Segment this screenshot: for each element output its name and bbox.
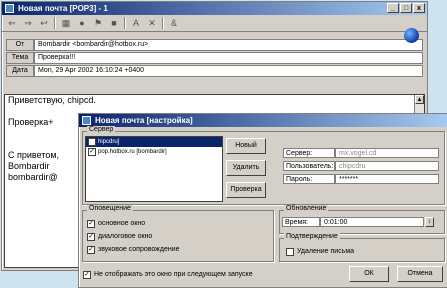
main-toolbar: ⇐ ⇒ ↩ ▦ ● ⚑ ■ A ✕ & [2,15,427,32]
account-name: hipcdru] [98,139,120,145]
checkbox[interactable] [286,247,294,256]
account-item[interactable]: ✓ hipcdru] [86,137,222,147]
checkbox[interactable]: ✓ [87,245,95,254]
scroll-up-icon[interactable]: ▲ [415,95,424,104]
user-label: Пользователь: [283,161,335,171]
new-button[interactable]: Новый [226,138,266,154]
subject-row: Тема Проверка!!! [6,52,423,64]
dont-show-again[interactable]: ✓ Не отображать это окно при следующем з… [83,269,253,280]
user-input[interactable]: chipcdru [335,161,439,171]
from-row: От Bombardir <bombardir@hotbox.ru> [6,39,423,51]
toolbar-separator [54,17,56,29]
password-field: Пароль: ******* [283,174,439,184]
notify-group-label: Оповещение [87,205,133,212]
dialog-title: Новая почта [настройка] [95,116,193,125]
settings-dialog: Новая почта [настройка] Сервер ✓ hipcdru… [78,113,447,288]
cancel-button[interactable]: Отмена [397,266,443,282]
server-group: Сервер ✓ hipcdru] ✓ pop.hotbox.ru [bomba… [82,126,445,205]
account-checkbox[interactable]: ✓ [88,148,96,156]
notify-sound[interactable]: ✓ звуковое сопровождение [87,244,180,255]
flag-icon[interactable]: ⚑ [92,18,104,29]
main-titlebar[interactable]: Новая почта [POP3] - 1 _ □ x [2,2,427,15]
checkbox[interactable]: ✓ [87,232,95,241]
date-value: Mon, 29 Apr 2002 16:10:24 +0400 [34,65,423,77]
account-name: pop.hotbox.ru [bombardir] [98,149,167,155]
back-icon[interactable]: ⇐ [6,18,18,29]
checkbox-label: основное окно [98,220,146,227]
delete-icon[interactable]: ● [76,18,88,29]
password-label: Пароль: [283,174,335,184]
user-field: Пользователь: chipcdru [283,161,439,171]
time-label: Время: [282,217,320,227]
time-input[interactable]: 0:01:00 [320,217,424,227]
server-input[interactable]: mx.vogel.cd [335,148,439,158]
about-icon[interactable]: & [168,18,180,29]
delete-button[interactable]: Удалить [226,160,266,176]
password-input[interactable]: ******* [335,174,439,184]
reply-icon[interactable]: ↩ [38,18,50,29]
from-value: Bombardir <bombardir@hotbox.ru> [34,39,423,51]
account-list[interactable]: ✓ hipcdru] ✓ pop.hotbox.ru [bombardir] [85,136,223,202]
server-label: Сервер: [283,148,335,158]
checkbox[interactable]: ✓ [87,219,95,228]
subject-value: Проверка!!! [34,52,423,64]
checkbox[interactable]: ✓ [83,270,91,279]
account-item[interactable]: ✓ pop.hotbox.ru [bombardir] [86,147,222,157]
font-icon[interactable]: ■ [108,18,120,29]
toolbar-separator [124,17,126,29]
checkbox-label: звуковое сопровождение [98,246,180,253]
checkbox-label: диалоговое окно [98,233,153,240]
globe-icon [404,28,419,43]
account-checkbox[interactable]: ✓ [88,138,96,146]
update-group-label: Обновление [284,205,329,212]
confirm-group: Подтверждение Удаление письма [279,233,445,262]
time-field: Время: 0:01:00 ↕ [282,217,434,227]
close-button[interactable]: x [413,3,425,13]
maximize-button[interactable]: □ [400,3,412,13]
close-icon[interactable]: ✕ [146,18,158,29]
date-row: Дата Mon, 29 Apr 2002 16:10:24 +0400 [6,65,423,77]
from-label: От [6,39,34,51]
toolbar-separator [162,17,164,29]
time-spin-icon[interactable]: ↕ [425,217,434,227]
server-field: Сервер: mx.vogel.cd [283,148,439,158]
delete-confirm[interactable]: Удаление письма [286,246,354,257]
update-group: Обновление Время: 0:01:00 ↕ [279,205,445,234]
dialog-titlebar[interactable]: Новая почта [настройка] [79,114,447,127]
checkbox-label: Не отображать это окно при следующем зап… [94,271,253,278]
attach-icon[interactable]: A [130,18,142,29]
subject-label: Тема [6,52,34,64]
server-group-label: Сервер [87,126,116,133]
confirm-group-label: Подтверждение [284,233,340,240]
notify-dialog-window[interactable]: ✓ диалоговое окно [87,231,180,242]
checkbox-label: Удаление письма [297,248,355,255]
date-label: Дата [6,65,34,77]
notify-group: Оповещение ✓ основное окно ✓ диалоговое … [82,205,274,262]
minimize-button[interactable]: _ [387,3,399,13]
main-title: Новая почта [POP3] - 1 [18,4,108,13]
print-icon[interactable]: ▦ [60,18,72,29]
ok-button[interactable]: ОК [349,266,389,282]
check-button[interactable]: Проверка [226,182,266,198]
body-line: Приветствую, chipcd. [8,95,96,105]
forward-icon[interactable]: ⇒ [22,18,34,29]
notify-main-window[interactable]: ✓ основное окно [87,218,180,229]
app-icon [5,4,14,13]
dialog-icon [82,116,91,125]
